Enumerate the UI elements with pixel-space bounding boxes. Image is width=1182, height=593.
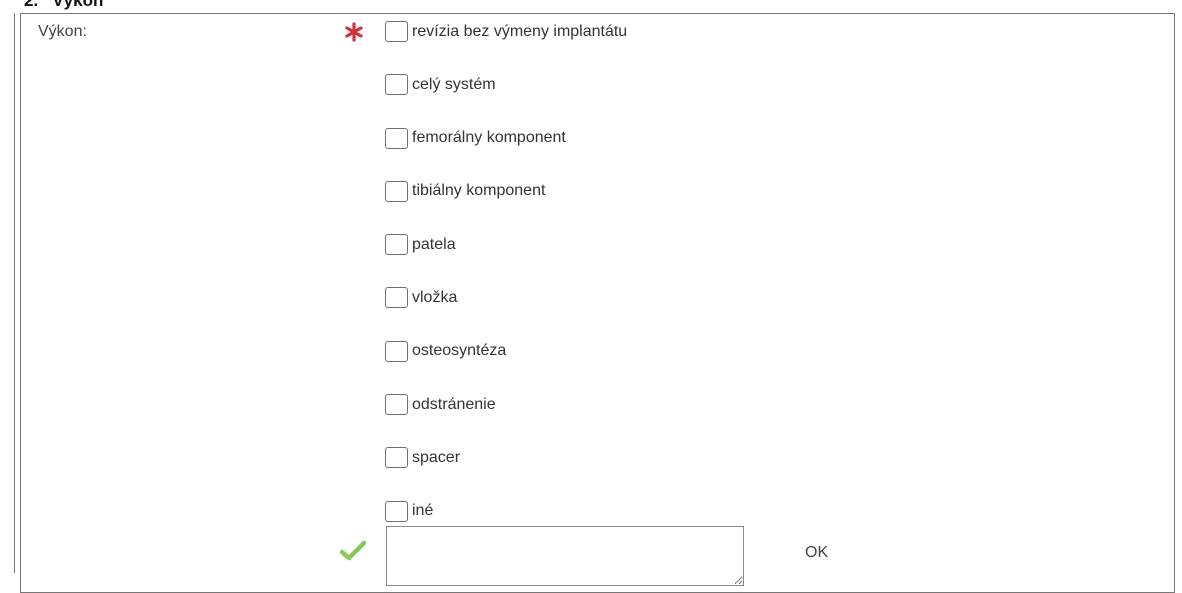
option-label: osteosyntéza (412, 342, 507, 360)
checkbox[interactable] (385, 447, 408, 469)
option-femoralny-komponent[interactable]: femorálny komponent (385, 127, 627, 150)
option-label: femorálny komponent (412, 129, 566, 147)
option-label: spacer (412, 448, 461, 466)
checkmark-icon (340, 540, 366, 561)
checkbox[interactable] (385, 234, 408, 256)
checkbox[interactable] (385, 180, 408, 202)
option-label: revízia bez výmeny implantátu (412, 22, 628, 40)
option-ine[interactable]: iné (385, 500, 627, 523)
asterisk-icon (345, 22, 363, 42)
field-label-vykon: Výkon: (38, 23, 87, 40)
option-label: patela (412, 235, 456, 253)
checkbox[interactable] (385, 394, 408, 416)
option-label: iné (412, 502, 434, 520)
option-osteosynteza[interactable]: osteosyntéza (385, 340, 627, 363)
option-label: odstránenie (412, 395, 496, 413)
ok-button[interactable]: OK (805, 543, 828, 563)
checkbox[interactable] (385, 127, 408, 149)
option-cely-system[interactable]: celý systém (385, 73, 627, 96)
section-heading: 2. Výkon (24, 0, 104, 10)
option-odstranenie[interactable]: odstránenie (385, 393, 627, 416)
checkbox[interactable] (385, 500, 408, 522)
option-spacer[interactable]: spacer (385, 446, 627, 469)
option-label: tibiálny komponent (412, 182, 546, 200)
option-list: revízia bez výmeny implantátu celý systé… (385, 20, 627, 553)
other-text-input[interactable] (386, 526, 744, 586)
option-label: celý systém (412, 75, 496, 93)
checkbox[interactable] (385, 74, 408, 96)
option-tibialny-komponent[interactable]: tibiálny komponent (385, 180, 627, 203)
option-patela[interactable]: patela (385, 233, 627, 256)
option-label: vložka (412, 288, 458, 306)
checkbox[interactable] (385, 287, 408, 309)
option-revizia[interactable]: revízia bez výmeny implantátu (385, 20, 627, 43)
checkbox[interactable] (385, 340, 408, 362)
option-vlozka[interactable]: vložka (385, 286, 627, 309)
checkbox[interactable] (385, 21, 408, 42)
outer-border-rule (14, 13, 15, 573)
